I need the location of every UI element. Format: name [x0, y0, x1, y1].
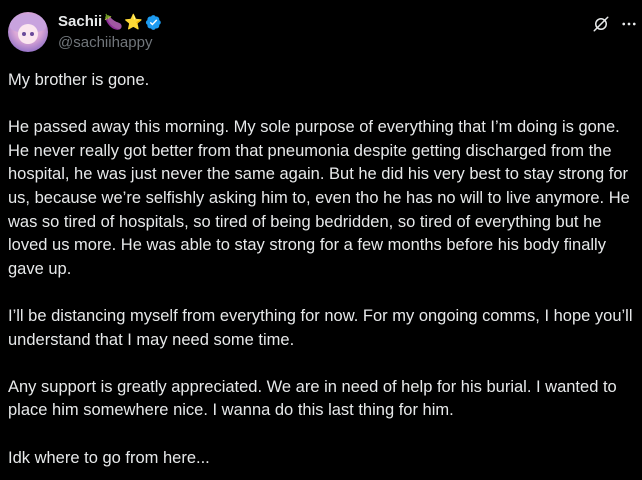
author-display-name[interactable]: Sachii [58, 12, 102, 32]
author-name-row[interactable]: Sachii 🍆 ⭐ [58, 12, 162, 32]
avatar-eye-right [30, 32, 34, 36]
verified-badge-icon[interactable] [145, 14, 162, 31]
post-paragraph: Idk where to go from here... [8, 448, 210, 467]
post-paragraph: My brother is gone. [8, 71, 150, 89]
more-options-icon[interactable] [620, 15, 638, 33]
avatar-eye-left [22, 32, 26, 36]
post-paragraph: He passed away this morning. My sole pur… [8, 118, 630, 278]
post-text: My brother is gone. He passed away this … [8, 69, 638, 470]
author-handle[interactable]: @sachiihappy [58, 33, 152, 53]
post-paragraph: I’ll be distancing myself from everythin… [8, 306, 633, 349]
star-emoji-icon: ⭐ [124, 13, 144, 31]
eggplant-emoji-icon: 🍆 [104, 13, 124, 31]
post-paragraph: Any support is greatly appreciated. We a… [8, 377, 617, 420]
avatar[interactable] [8, 12, 48, 52]
avatar-face [18, 24, 38, 44]
grok-icon[interactable] [592, 15, 610, 33]
post-header: Sachii 🍆 ⭐ @sachiihappy [8, 12, 636, 56]
